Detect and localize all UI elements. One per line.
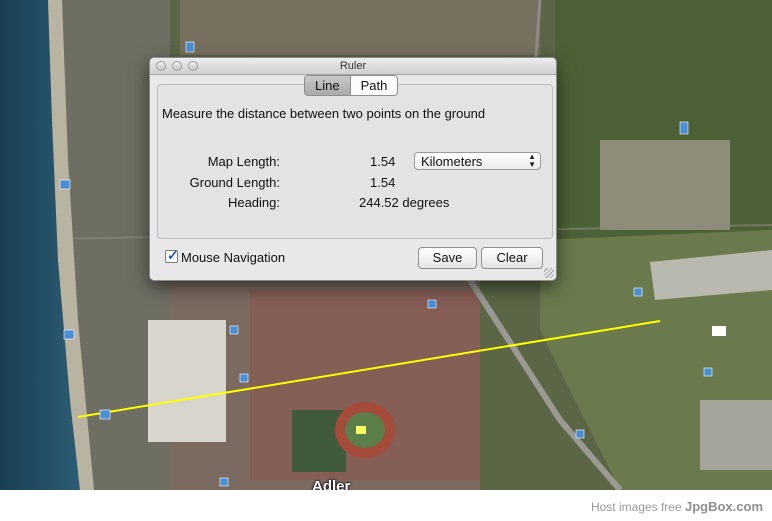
construction-area — [600, 140, 730, 230]
select-arrows-icon: ▲ ▼ — [528, 152, 536, 169]
mouse-navigation-label[interactable]: Mouse Navigation — [181, 250, 285, 265]
ground-length-value: 1.54 — [370, 175, 396, 190]
close-window-icon[interactable] — [156, 61, 166, 71]
map-length-value: 1.54 — [370, 154, 396, 169]
zoom-window-icon[interactable] — [188, 61, 198, 71]
poi-marker-icon[interactable] — [239, 373, 249, 383]
poi-marker-icon[interactable] — [703, 367, 713, 377]
checkmark-icon: ✓ — [167, 247, 179, 263]
footer-credit[interactable]: Host images free JpgBox.com — [591, 499, 763, 514]
clear-button[interactable]: Clear — [481, 247, 543, 269]
poi-marker-icon[interactable] — [219, 477, 229, 487]
ruler-panel: Measure the distance between two points … — [157, 84, 553, 239]
heading-value: 244.52 degrees — [359, 195, 450, 210]
poi-marker-icon[interactable] — [427, 299, 437, 309]
resize-grip-icon[interactable] — [544, 268, 554, 278]
heading-label: Heading: — [227, 195, 280, 210]
poi-marker-icon[interactable] — [59, 179, 71, 190]
construction-site — [148, 320, 226, 442]
plane-icon[interactable] — [712, 326, 726, 336]
poi-marker-icon[interactable] — [575, 429, 585, 439]
mouse-navigation-checkbox[interactable]: ✓ — [165, 247, 179, 263]
footer-brand[interactable]: JpgBox.com — [685, 499, 763, 514]
footer-bar: Host images free JpgBox.com — [0, 490, 772, 521]
map-length-label: Map Length: — [207, 154, 280, 169]
minimize-window-icon[interactable] — [172, 61, 182, 71]
mode-tabs: Line Path — [304, 75, 399, 96]
bus-stop-icon[interactable] — [185, 41, 195, 53]
stadium-icon[interactable] — [356, 426, 366, 434]
save-button[interactable]: Save — [418, 247, 477, 269]
unit-select[interactable]: Kilometers ▲ ▼ — [414, 152, 541, 170]
ground-length-label: Ground Length: — [189, 175, 280, 190]
window-title: Ruler — [339, 60, 367, 72]
terminal-area — [700, 400, 772, 470]
bus-stop-icon[interactable] — [679, 121, 689, 135]
north-urban — [180, 0, 540, 55]
poi-marker-icon[interactable] — [63, 329, 75, 340]
poi-marker-icon[interactable] — [99, 409, 111, 420]
footer-text: Host images free — [590, 500, 682, 514]
instruction-text: Measure the distance between two points … — [162, 106, 486, 121]
unit-select-value: Kilometers — [421, 154, 483, 169]
poi-marker-icon[interactable] — [633, 287, 643, 297]
place-label: Adler — [312, 478, 351, 490]
ruler-dialog[interactable]: Ruler Measure the distance between two p… — [149, 57, 557, 281]
title-bar[interactable]: Ruler — [150, 58, 556, 75]
tab-line[interactable]: Line — [305, 76, 350, 95]
poi-marker-icon[interactable] — [229, 325, 239, 335]
tab-path[interactable]: Path — [349, 76, 398, 95]
